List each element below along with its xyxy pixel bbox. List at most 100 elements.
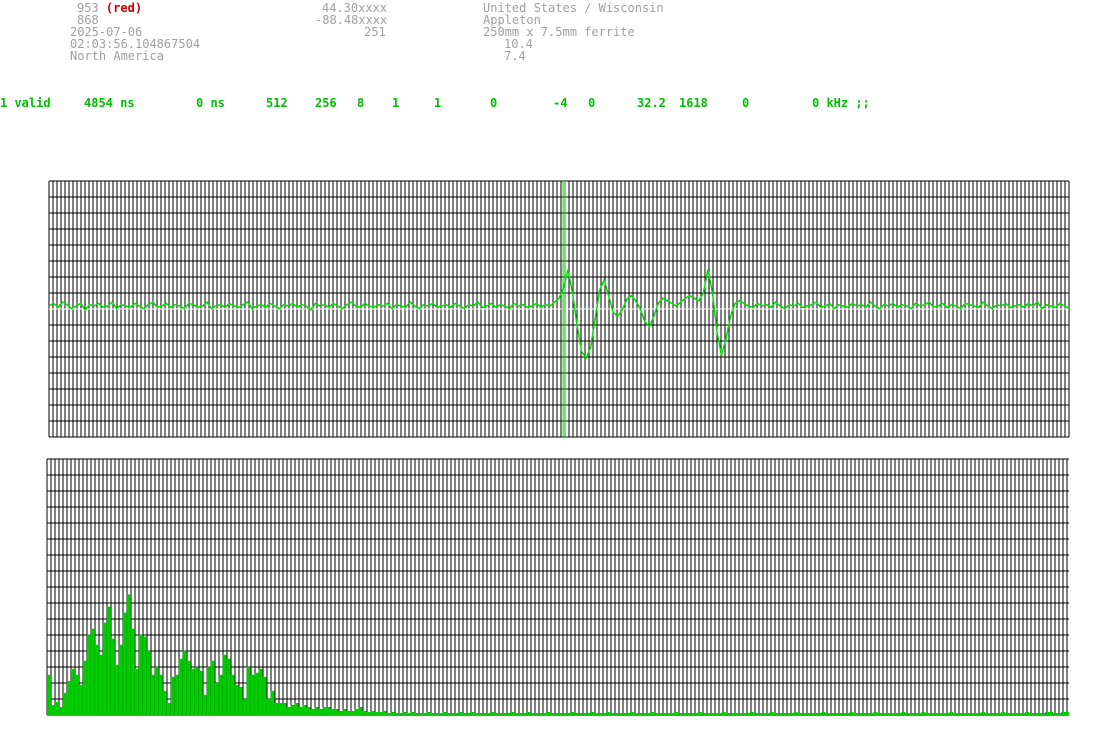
spectrum-bar — [921, 712, 926, 715]
spectrum-bar — [1029, 713, 1034, 715]
spectrum-bar — [86, 634, 91, 715]
spectrum-bar — [394, 713, 399, 715]
spectrum-bar — [406, 713, 411, 715]
spectrum-bar — [593, 713, 598, 715]
waveform-trace — [48, 269, 1070, 360]
spectrum-bar — [1013, 713, 1018, 715]
spectrum-bar — [629, 712, 634, 715]
spectrum-bar — [937, 713, 942, 715]
spectrum-bar — [234, 684, 239, 715]
spectrum-bar — [625, 713, 630, 715]
spectrum-bar — [350, 711, 355, 715]
spectrum-bar — [62, 692, 67, 715]
spectrum-bar — [222, 654, 227, 715]
spectrum-bar — [346, 711, 351, 715]
spectrum-bar — [613, 713, 618, 715]
spectrum-bar — [250, 674, 255, 715]
spectrum-bar — [402, 712, 407, 715]
spectrum-bar — [953, 713, 958, 715]
spectrum-bar — [769, 712, 774, 715]
spectrum-bar — [190, 668, 195, 715]
spectrum-bar — [342, 709, 347, 715]
spectrum-bar — [645, 713, 650, 715]
spectrum-bar — [973, 713, 978, 715]
spectrum-bar — [637, 713, 642, 715]
spectrum-bar — [605, 712, 610, 715]
spectrum-bar — [490, 712, 495, 715]
spectrum-bar — [989, 713, 994, 715]
spectrum-bar — [717, 713, 722, 715]
waveform-plot — [48, 181, 1070, 437]
spectrum-bar — [649, 712, 654, 715]
spectrum-bar — [298, 707, 303, 715]
spectrum-bar — [729, 713, 734, 715]
spectrum-bar — [821, 712, 826, 715]
spectrum-bar — [1061, 712, 1066, 715]
spectrum-bar — [366, 712, 371, 715]
spectrum-bar — [857, 713, 862, 715]
spectrum-bar — [182, 650, 187, 715]
spectrum-bar — [286, 707, 291, 715]
spectrum-bar — [1001, 712, 1006, 715]
spectrum-bar — [709, 713, 714, 715]
spectrum-bar — [174, 674, 179, 715]
spectrum-bar — [693, 713, 698, 715]
spectrum-bar — [653, 713, 658, 715]
spectrum-bar — [170, 676, 175, 715]
spectrum-bar — [262, 676, 267, 715]
spectrum-bar — [326, 707, 331, 715]
spectrum-bar — [290, 705, 295, 715]
spectrum-bar — [725, 713, 730, 715]
spectrum-bar — [162, 690, 167, 715]
spectrum-bar — [641, 713, 646, 715]
spectrum-bar — [861, 713, 866, 715]
spectrum-bar — [198, 670, 203, 715]
spectrum-bar — [909, 713, 914, 715]
spectrum-bar — [486, 713, 491, 715]
spectrum-bar — [777, 713, 782, 715]
spectrum-bar — [597, 713, 602, 715]
spectrum-bar — [961, 713, 966, 715]
spectrum-bar — [70, 668, 75, 715]
spectrum-bar — [617, 713, 622, 715]
spectrum-bar — [522, 713, 527, 715]
spectrum-bar — [138, 634, 143, 715]
spectrum-bar — [142, 636, 147, 715]
spectrum-bar — [853, 713, 858, 715]
spectrum-bar — [897, 713, 902, 715]
spectrum-bar — [949, 712, 954, 715]
spectrum-bar — [98, 654, 103, 715]
spectrum-bar — [813, 713, 818, 715]
spectrum-bar — [881, 713, 886, 715]
spectrum-bar — [390, 712, 395, 715]
spectrum-bar — [1033, 713, 1038, 715]
spectrum-bar — [474, 713, 479, 715]
spectrum-bar — [689, 713, 694, 715]
spectrum-bar — [410, 712, 415, 715]
spectrum-bar — [542, 713, 547, 715]
spectrum-bar — [434, 713, 439, 715]
spectrum-bar — [669, 713, 674, 715]
spectrum-bar — [609, 713, 614, 715]
spectrum-bar — [282, 703, 287, 715]
spectrum-bar — [713, 713, 718, 715]
spectrum-bar — [334, 709, 339, 715]
spectrum-bar — [506, 713, 511, 715]
spectrum-bar — [462, 713, 467, 715]
spectrum-bar — [997, 713, 1002, 715]
spectrum-bar — [889, 713, 894, 715]
spectrum-bar — [809, 713, 814, 715]
spectrum-plot — [47, 594, 1069, 715]
spectrum-bar — [793, 712, 798, 715]
spectrum-bar — [202, 694, 207, 715]
spectrum-bar — [969, 713, 974, 715]
spectrum-bar — [1017, 713, 1022, 715]
spectrum-bar — [697, 712, 702, 715]
spectrum-bar — [869, 713, 874, 715]
spectrum-bar — [458, 712, 463, 715]
spectrum-bar — [765, 713, 770, 715]
spectrum-bar — [885, 713, 890, 715]
spectrum-bar — [745, 713, 750, 715]
spectrum-bar — [47, 674, 51, 715]
spectrum-bar — [554, 713, 558, 715]
